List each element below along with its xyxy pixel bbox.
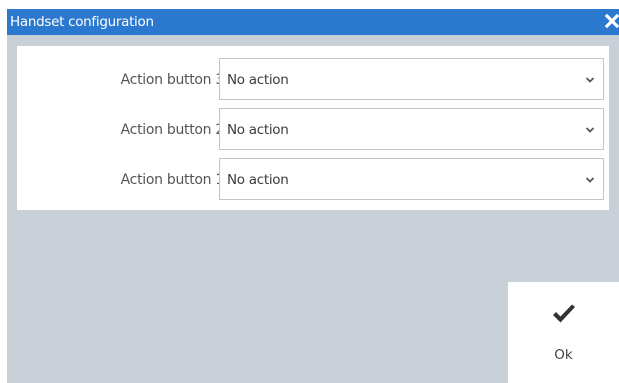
chevron-down-icon bbox=[585, 176, 595, 184]
action-buttons-form: Action button 3 No action Action button … bbox=[17, 46, 609, 210]
action-button-2-value: No action bbox=[227, 122, 289, 138]
action-button-1-select[interactable]: No action bbox=[219, 158, 604, 200]
ok-button[interactable]: Ok bbox=[508, 282, 619, 383]
action-button-2-label: Action button 2 bbox=[120, 122, 225, 138]
action-button-2-row: Action button 2 No action bbox=[17, 108, 609, 152]
dialog-title: Handset configuration bbox=[10, 14, 154, 30]
dialog-titlebar: Handset configuration bbox=[7, 9, 619, 35]
action-button-1-row: Action button 1 No action bbox=[17, 158, 609, 202]
handset-configuration-dialog: Handset configuration Action button 3 No… bbox=[7, 9, 619, 383]
action-button-3-value: No action bbox=[227, 72, 289, 88]
action-button-3-select[interactable]: No action bbox=[219, 58, 604, 100]
action-button-2-select[interactable]: No action bbox=[219, 108, 604, 150]
close-icon[interactable] bbox=[603, 11, 619, 31]
action-button-3-row: Action button 3 No action bbox=[17, 58, 609, 102]
chevron-down-icon bbox=[585, 126, 595, 134]
chevron-down-icon bbox=[585, 76, 595, 84]
action-button-1-value: No action bbox=[227, 172, 289, 188]
checkmark-icon bbox=[552, 304, 576, 324]
ok-label: Ok bbox=[554, 347, 573, 363]
action-button-3-label: Action button 3 bbox=[120, 72, 225, 88]
action-button-1-label: Action button 1 bbox=[120, 172, 225, 188]
